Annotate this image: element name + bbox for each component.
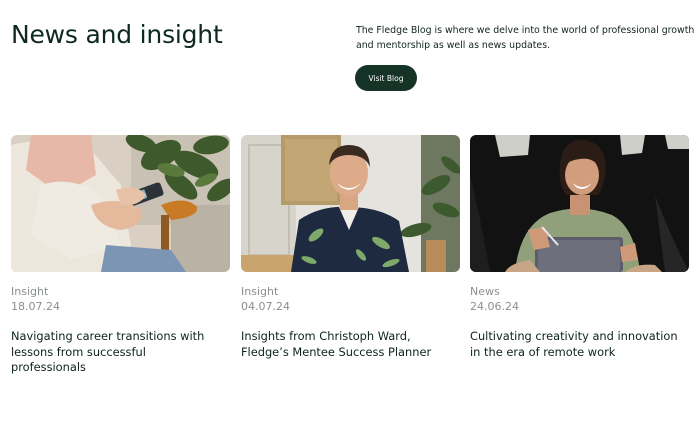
post-image-woman-with-tablet[interactable] [470, 135, 689, 272]
visit-blog-button[interactable]: Visit Blog [355, 65, 417, 91]
post-date: 24.06.24 [470, 300, 519, 313]
page-title: News and insight [11, 20, 223, 49]
post-date: 04.07.24 [241, 300, 290, 313]
blog-card[interactable]: News 24.06.24 Cultivating creativity and… [470, 135, 689, 360]
post-category: Insight [11, 285, 49, 298]
blog-card[interactable]: Insight 18.07.24 Navigating career trans… [11, 135, 230, 376]
blog-description: The Fledge Blog is where we delve into t… [356, 25, 695, 51]
post-image-woman-holding-phone[interactable] [11, 135, 230, 272]
post-title[interactable]: Cultivating creativity and innovation in… [470, 329, 680, 360]
post-category: News [470, 285, 500, 298]
post-title[interactable]: Insights from Christoph Ward, Fledge’s M… [241, 329, 451, 360]
blog-card[interactable]: Insight 04.07.24 Insights from Christoph… [241, 135, 460, 360]
post-date: 18.07.24 [11, 300, 60, 313]
post-category: Insight [241, 285, 279, 298]
post-image-smiling-man-portrait[interactable] [241, 135, 460, 272]
post-title[interactable]: Navigating career transitions with lesso… [11, 329, 221, 376]
